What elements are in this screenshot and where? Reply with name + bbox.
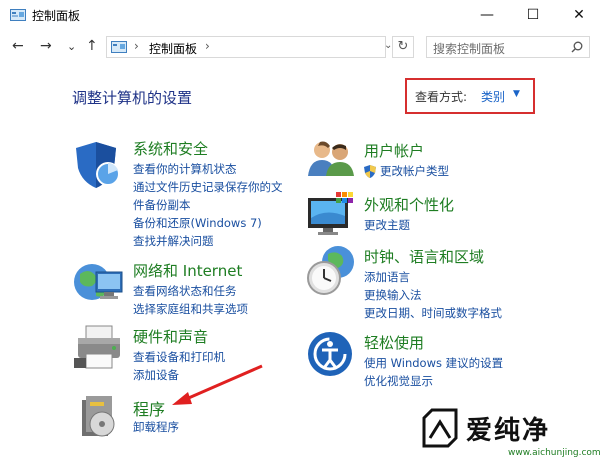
- programs-icon[interactable]: [74, 392, 124, 442]
- link-add-device[interactable]: 添加设备: [133, 366, 225, 384]
- network-globe-icon[interactable]: [72, 258, 126, 308]
- category-title[interactable]: 轻松使用: [364, 332, 424, 353]
- shield-icon[interactable]: [72, 138, 124, 190]
- forward-button[interactable]: →: [40, 38, 52, 54]
- title-bar: 控制面板 — ☐ ✕: [0, 0, 602, 30]
- category-title[interactable]: 时钟、语言和区域: [364, 246, 484, 267]
- search-input[interactable]: 搜索控制面板: [433, 40, 505, 57]
- watermark: 爱纯净 www.aichunjing.com: [410, 400, 602, 469]
- link-change-account-type[interactable]: 更改帐户类型: [364, 162, 449, 180]
- link-view-computer-status[interactable]: 查看你的计算机状态: [133, 160, 283, 178]
- recent-locations-button[interactable]: ⌄: [67, 40, 76, 53]
- category-title[interactable]: 网络和 Internet: [133, 260, 242, 281]
- chevron-down-icon[interactable]: ▼: [513, 89, 520, 99]
- link-optimize-display[interactable]: 优化视觉显示: [364, 372, 503, 390]
- uac-shield-icon: [364, 165, 376, 178]
- back-button[interactable]: ←: [12, 38, 24, 54]
- refresh-button[interactable]: ↻: [392, 36, 414, 58]
- link-homegroup[interactable]: 选择家庭组和共享选项: [133, 300, 248, 318]
- link-backup-restore[interactable]: 备份和还原(Windows 7): [133, 214, 283, 232]
- link-change-date-time-format[interactable]: 更改日期、时间或数字格式: [364, 304, 502, 322]
- up-button[interactable]: ↑: [86, 38, 98, 54]
- control-panel-icon: [111, 41, 127, 53]
- link-label[interactable]: 更改帐户类型: [380, 164, 449, 178]
- clock-globe-icon[interactable]: [304, 244, 358, 298]
- category-title[interactable]: 程序: [133, 396, 165, 420]
- search-box[interactable]: 搜索控制面板: [426, 36, 590, 58]
- category-title[interactable]: 系统和安全: [133, 138, 208, 159]
- watermark-name: 爱纯净: [466, 416, 551, 446]
- link-file-history-cont[interactable]: 件备份副本: [133, 196, 283, 214]
- link-devices-printers[interactable]: 查看设备和打印机: [133, 348, 225, 366]
- link-add-language[interactable]: 添加语言: [364, 268, 502, 286]
- link-change-theme[interactable]: 更改主题: [364, 216, 410, 234]
- search-icon[interactable]: [571, 41, 583, 53]
- link-network-status[interactable]: 查看网络状态和任务: [133, 282, 248, 300]
- watermark-url: www.aichunjing.com: [508, 448, 601, 458]
- brand-logo: [422, 408, 458, 448]
- address-bar[interactable]: › 控制面板 ›: [106, 36, 386, 58]
- ease-of-access-icon[interactable]: [306, 330, 354, 378]
- window-title: 控制面板: [32, 9, 81, 23]
- link-uninstall-program[interactable]: 卸载程序: [133, 418, 179, 436]
- breadcrumb-separator[interactable]: ›: [134, 39, 139, 53]
- view-by-highlight: 查看方式: 类别 ▼: [405, 78, 535, 114]
- maximize-button[interactable]: ☐: [510, 0, 556, 30]
- close-button[interactable]: ✕: [556, 0, 602, 30]
- breadcrumb-control-panel[interactable]: 控制面板: [149, 40, 197, 57]
- link-recommended-settings[interactable]: 使用 Windows 建议的设置: [364, 354, 503, 372]
- link-troubleshoot[interactable]: 查找并解决问题: [133, 232, 283, 250]
- users-icon[interactable]: [306, 138, 356, 178]
- view-by-dropdown[interactable]: 类别: [481, 88, 505, 105]
- printer-icon[interactable]: [72, 322, 126, 372]
- category-title[interactable]: 用户帐户: [364, 140, 424, 161]
- minimize-button[interactable]: —: [464, 0, 510, 30]
- breadcrumb-separator[interactable]: ›: [205, 39, 210, 53]
- page-title: 调整计算机的设置: [72, 89, 193, 107]
- link-change-input-method[interactable]: 更换输入法: [364, 286, 502, 304]
- category-title[interactable]: 外观和个性化: [364, 194, 454, 215]
- monitor-icon[interactable]: [306, 192, 356, 238]
- view-by-label: 查看方式:: [415, 90, 468, 104]
- control-panel-app-icon: [10, 9, 26, 21]
- link-file-history[interactable]: 通过文件历史记录保存你的文: [133, 178, 283, 196]
- category-title[interactable]: 硬件和声音: [133, 326, 208, 347]
